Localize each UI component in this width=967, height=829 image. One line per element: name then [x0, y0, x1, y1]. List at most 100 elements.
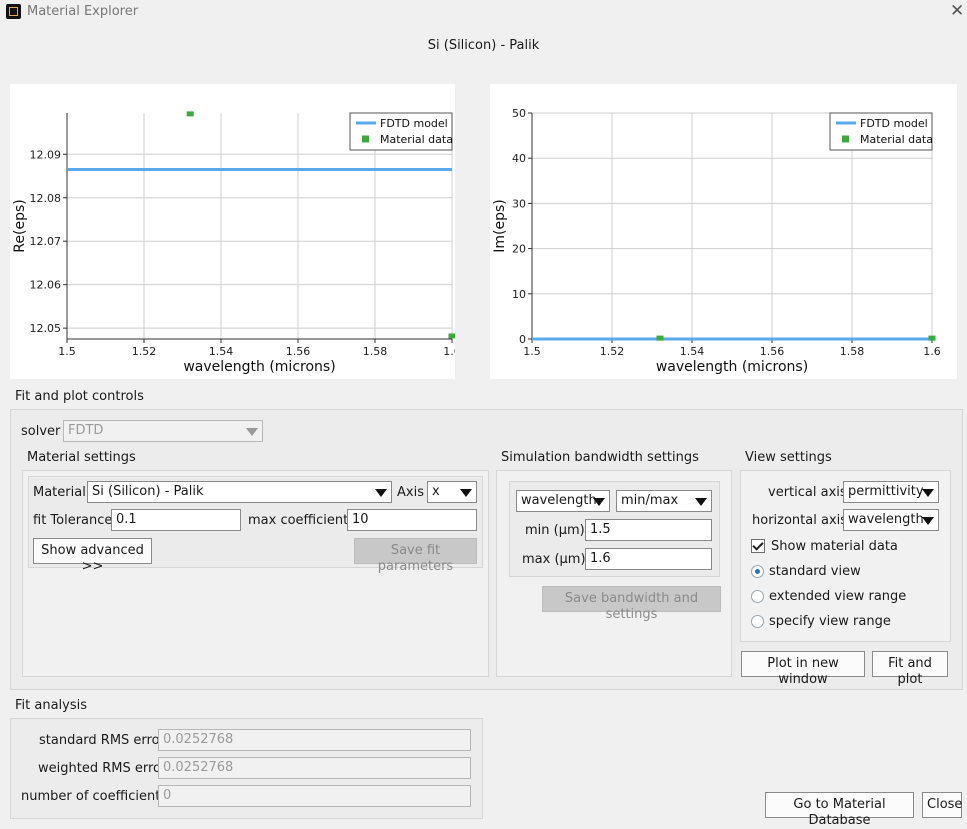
y-tick-label: 50 — [512, 107, 526, 120]
bandwidth-settings-title: Simulation bandwidth settings — [501, 450, 699, 465]
chevron-down-icon — [460, 489, 472, 497]
y-tick-label: 12.06 — [30, 279, 62, 292]
re-eps-chart: 1.5 1.52 1.54 1.56 1.58 1.6 12.05 12.06 12.07 12.… — [12, 111, 461, 375]
material-data-point — [186, 111, 194, 117]
bandwidth-unit-value: wavelength — [521, 493, 597, 508]
chevron-down-icon — [593, 498, 605, 506]
vertical-axis-select[interactable]: permittivity — [843, 481, 939, 503]
weighted-rms-field: 0.0252768 — [158, 757, 471, 779]
x-tick-label: 1.54 — [209, 345, 234, 358]
standard-view-label: standard view — [769, 564, 861, 579]
standard-rms-label: standard RMS error — [39, 733, 165, 748]
save-fit-parameters-button[interactable]: Save fit parameters — [354, 538, 477, 574]
fit-and-plot-button[interactable]: Fit and plot — [872, 651, 948, 687]
axis-value: x — [432, 484, 440, 499]
axis-label: Axis — [397, 485, 424, 500]
im-eps-chart-panel: 1.5 1.52 1.54 1.56 1.58 1.6 0 10 20 30 40 50 wavelen… — [490, 84, 957, 379]
legend-label: Material data — [380, 133, 453, 146]
close-button[interactable]: Close — [922, 792, 962, 818]
extended-view-radio[interactable] — [751, 590, 764, 603]
re-eps-chart-panel: 1.5 1.52 1.54 1.56 1.58 1.6 12.05 12.06 12.07 12.… — [10, 84, 461, 379]
window-title: Material Explorer — [27, 4, 139, 19]
y-axis-label: Im(eps) — [492, 199, 508, 252]
min-wavelength-input[interactable]: 1.5 — [585, 519, 712, 541]
view-settings-title: View settings — [745, 450, 832, 465]
material-data-point — [656, 335, 664, 341]
standard-rms-field: 0.0252768 — [158, 729, 471, 751]
max-wavelength-input[interactable]: 1.6 — [585, 548, 712, 570]
y-tick-label: 10 — [512, 288, 526, 301]
save-bandwidth-button[interactable]: Save bandwidth and settings — [542, 586, 721, 622]
specify-view-label: specify view range — [769, 614, 891, 629]
plot-in-new-window-button[interactable]: Plot in new window — [741, 651, 865, 687]
chevron-down-icon — [922, 489, 934, 497]
number-of-coefficients-field: 0 — [158, 785, 471, 807]
x-axis-label: wavelength (microns) — [656, 359, 808, 375]
bandwidth-range-select[interactable]: min/max — [616, 490, 712, 512]
horizontal-axis-label: horizontal axis — [752, 513, 848, 528]
x-tick-label: 1.56 — [760, 345, 785, 358]
axis-select[interactable]: x — [427, 481, 477, 503]
bandwidth-unit-select[interactable]: wavelength — [516, 490, 610, 512]
material-select[interactable]: Si (Silicon) - Palik — [87, 481, 392, 503]
min-wavelength-label: min (µm) — [525, 523, 585, 538]
im-eps-chart: 1.5 1.52 1.54 1.56 1.58 1.6 0 10 20 30 40 50 wavelen… — [492, 107, 941, 375]
max-coefficients-input[interactable]: 10 — [347, 509, 477, 531]
chevron-down-icon — [375, 489, 387, 497]
extended-view-label: extended view range — [769, 589, 907, 604]
app-icon — [6, 4, 21, 19]
fit-analysis-title: Fit analysis — [15, 698, 88, 713]
y-tick-label: 30 — [512, 197, 526, 210]
y-tick-label: 12.07 — [30, 235, 62, 248]
material-label: Material — [33, 485, 86, 500]
standard-view-radio[interactable] — [751, 565, 764, 578]
legend-label: Material data — [860, 133, 933, 146]
number-of-coefficients-label: number of coefficients — [21, 789, 168, 804]
y-tick-label: 40 — [512, 152, 526, 165]
horizontal-axis-value: wavelength — [848, 512, 924, 527]
fit-tolerance-input[interactable]: 0.1 — [111, 509, 241, 531]
y-tick-label: 20 — [512, 243, 526, 256]
vertical-axis-label: vertical axis — [768, 485, 847, 500]
legend-label: FDTD model — [860, 117, 928, 130]
chevron-down-icon — [695, 498, 707, 506]
horizontal-axis-select[interactable]: wavelength — [843, 509, 939, 531]
legend-marker-swatch — [362, 135, 369, 143]
y-tick-label: 0 — [519, 333, 526, 346]
material-data-point — [448, 333, 456, 339]
material-value: Si (Silicon) - Palik — [92, 484, 204, 499]
material-settings-title: Material settings — [27, 450, 136, 465]
x-tick-label: 1.54 — [680, 345, 705, 358]
close-icon[interactable]: ✕ — [950, 1, 964, 21]
x-tick-label: 1.5 — [523, 345, 541, 358]
solver-select[interactable]: FDTD — [63, 420, 263, 442]
max-coefficients-label: max coefficients — [248, 513, 355, 528]
plot-title: Si (Silicon) - Palik — [427, 38, 540, 53]
solver-label: solver — [21, 424, 61, 439]
specify-view-radio[interactable] — [751, 615, 764, 628]
chevron-down-icon — [922, 517, 934, 525]
legend-marker-swatch — [842, 135, 849, 143]
y-tick-label: 12.09 — [30, 148, 62, 161]
bandwidth-range-value: min/max — [621, 493, 679, 508]
x-axis-label: wavelength (microns) — [183, 359, 335, 375]
y-axis-label: Re(eps) — [12, 199, 28, 252]
show-material-data-checkbox[interactable] — [751, 539, 765, 553]
vertical-axis-value: permittivity — [848, 484, 924, 499]
x-tick-label: 1.58 — [363, 345, 388, 358]
x-tick-label: 1.6 — [443, 345, 455, 358]
max-wavelength-label: max (µm) — [522, 552, 586, 567]
show-advanced-button[interactable]: Show advanced >> — [33, 538, 152, 574]
legend-label: FDTD model — [380, 117, 448, 130]
show-material-data-label: Show material data — [771, 539, 898, 554]
x-tick-label: 1.58 — [840, 345, 865, 358]
x-tick-label: 1.5 — [58, 345, 76, 358]
go-to-material-database-button[interactable]: Go to Material Database — [765, 792, 914, 828]
title-bar: Material Explorer ✕ — [0, 0, 967, 24]
material-data-point — [928, 335, 936, 341]
x-tick-label: 1.6 — [923, 345, 941, 358]
weighted-rms-label: weighted RMS error — [38, 761, 167, 776]
chevron-down-icon — [246, 428, 258, 436]
y-tick-label: 12.05 — [30, 322, 62, 335]
x-tick-label: 1.52 — [600, 345, 625, 358]
